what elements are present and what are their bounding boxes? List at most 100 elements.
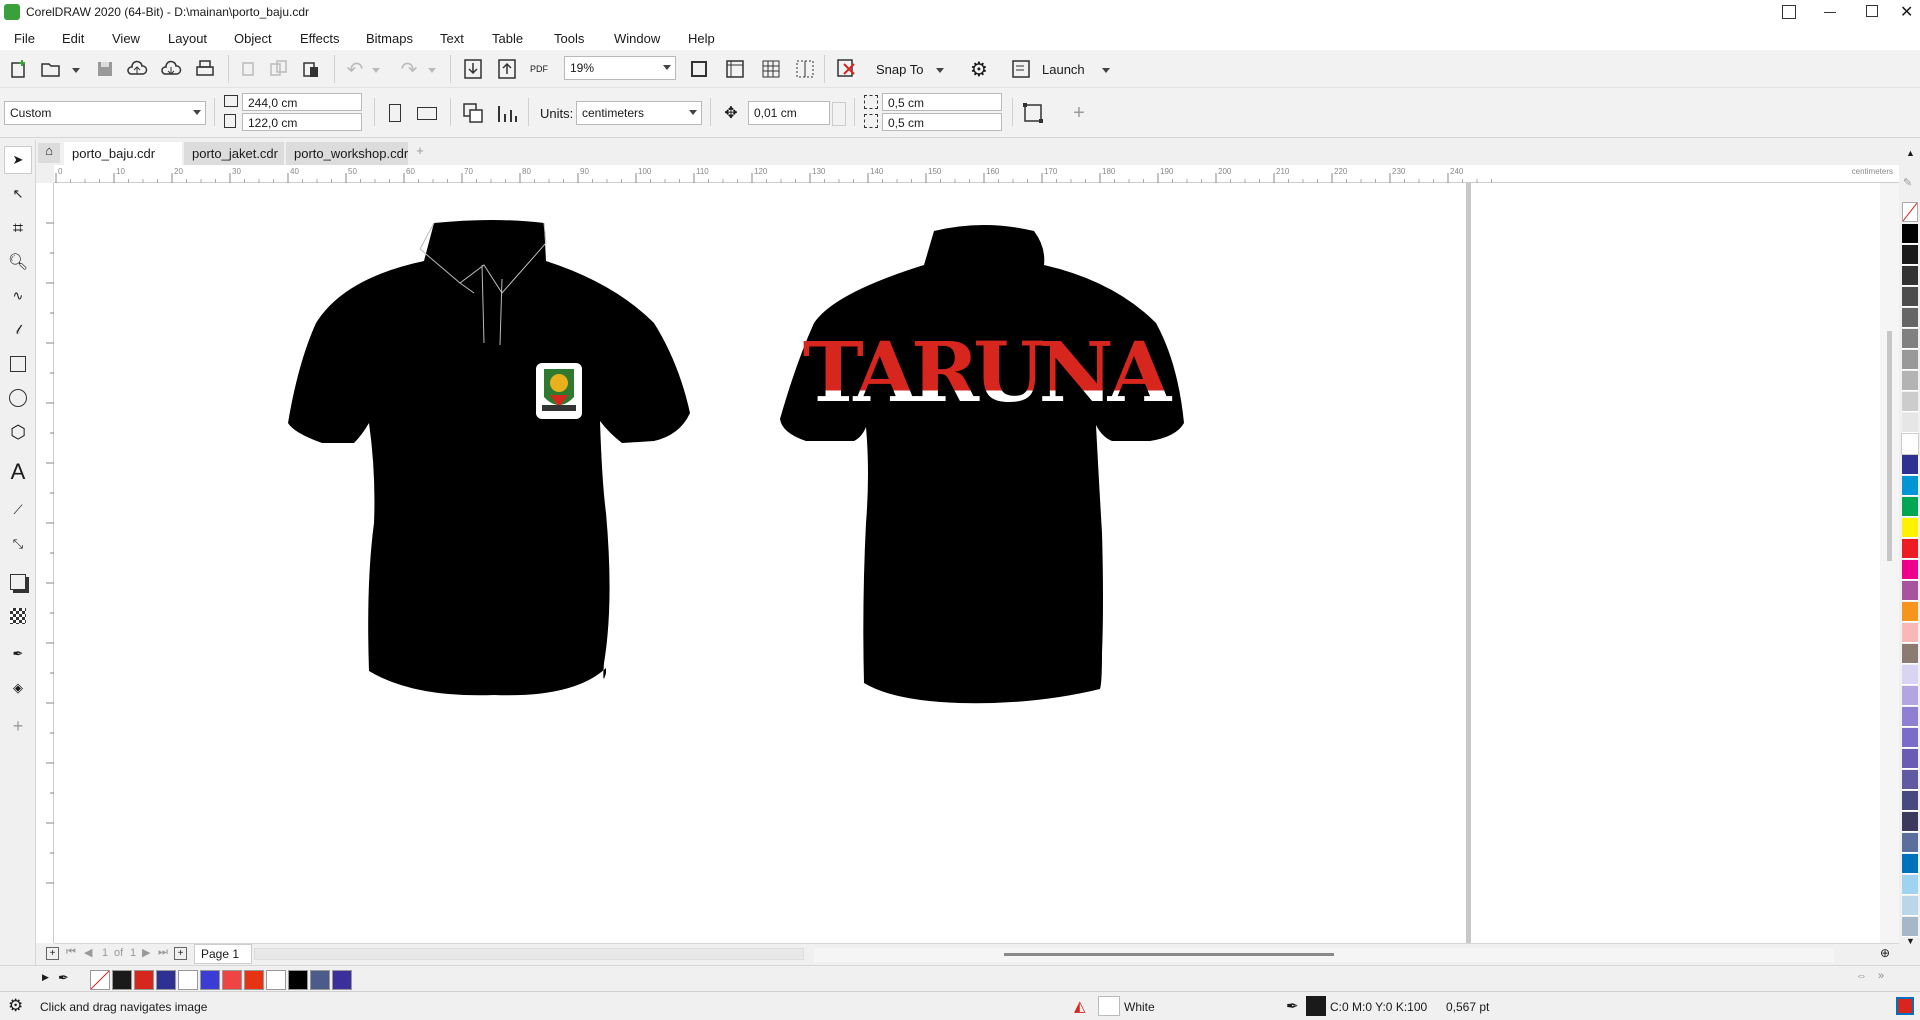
outline-color-swatch[interactable] [1306,996,1326,1016]
palette-swatch[interactable] [1902,245,1918,265]
document-color-swatch[interactable] [288,970,308,990]
page-preset-combo[interactable]: Custom [4,101,206,125]
doc-no-color-swatch[interactable] [90,970,110,990]
menu-help[interactable]: Help [688,31,715,46]
document-color-swatch[interactable] [222,970,242,990]
palette-swatch[interactable] [1902,329,1918,349]
copy-icon[interactable] [266,56,292,82]
color-proof-icon[interactable] [1896,997,1914,1015]
palette-swatch[interactable] [1902,854,1918,874]
polygon-tool-icon[interactable]: ⬡ [4,418,32,446]
vertical-ruler[interactable] [36,183,54,943]
restore-panel-icon[interactable] [1782,5,1796,19]
palette-swatch[interactable] [1902,497,1918,517]
menu-window[interactable]: Window [614,31,660,46]
menu-table[interactable]: Table [492,31,523,46]
show-rulers-icon[interactable] [722,56,748,82]
page-tab-scrollbar[interactable] [254,948,804,960]
eyedropper-tool-icon[interactable]: ✒ [4,640,32,668]
transparency-tool-icon[interactable] [4,602,32,630]
options-gear-icon[interactable]: ⚙ [966,56,992,82]
redo-icon[interactable]: ↷ [396,56,422,82]
open-folder-icon[interactable] [38,56,64,82]
palette-swatch[interactable] [1902,665,1918,685]
palette-swatch[interactable] [1902,287,1918,307]
palette-swatch[interactable] [1902,812,1918,832]
front-shirt[interactable] [288,220,690,696]
outline-pen-icon[interactable]: ✒ [1286,997,1299,1015]
first-page-icon[interactable]: ⏮ [66,946,76,959]
full-screen-icon[interactable] [686,56,712,82]
zoom-navigator-icon[interactable]: ⊕ [1880,946,1890,960]
palette-swatch[interactable] [1902,770,1918,790]
redo-dropdown-icon[interactable] [428,68,436,73]
landscape-icon[interactable] [414,100,440,126]
tab-porto-workshop[interactable]: porto_workshop.cdr [286,142,408,165]
pick-tool-icon[interactable]: ➤ [4,146,32,174]
document-color-swatch[interactable] [156,970,176,990]
document-color-swatch[interactable] [332,970,352,990]
palette-swatch[interactable] [1902,602,1918,622]
menu-effects[interactable]: Effects [300,31,340,46]
shape-tool-icon[interactable]: ↖ [4,180,32,208]
palette-swatch[interactable] [1902,644,1918,664]
menu-bitmaps[interactable]: Bitmaps [366,31,413,46]
drawing-canvas[interactable]: TARUNA [54,173,1899,943]
document-color-swatch[interactable] [200,970,220,990]
palette-swatch[interactable] [1902,875,1918,895]
import-icon[interactable] [460,56,486,82]
portrait-icon[interactable] [382,100,408,126]
page-width-field[interactable]: 244,0 cm [242,93,362,111]
all-pages-icon[interactable] [460,100,486,126]
fill-bucket-icon[interactable]: ◭ [1074,997,1086,1015]
rectangle-tool-icon[interactable] [4,350,32,378]
menu-edit[interactable]: Edit [62,31,84,46]
document-color-swatch[interactable] [266,970,286,990]
show-grid-icon[interactable] [758,56,784,82]
current-page-icon[interactable] [494,100,520,126]
prev-page-icon[interactable]: ◀ [84,946,92,959]
doc-palette-eyedropper-icon[interactable]: ✒ [58,970,69,986]
launch-icon[interactable] [1008,56,1034,82]
document-color-swatch[interactable] [244,970,264,990]
freehand-tool-icon[interactable]: ∿ [4,282,32,310]
cut-icon[interactable] [236,56,262,82]
connector-tool-icon[interactable]: ⤡ [4,530,32,558]
palette-swatch[interactable] [1902,791,1918,811]
palette-scroll-down-icon[interactable]: ▼ [1906,936,1915,946]
vertical-scroll-thumb[interactable] [1887,331,1892,561]
crop-tool-icon[interactable]: ⌗ [4,214,32,242]
palette-swatch[interactable] [1902,560,1918,580]
snap-to-label[interactable]: Snap To [876,62,923,77]
add-page-before-icon[interactable]: + [46,947,59,960]
palette-swatch[interactable] [1902,518,1918,538]
palette-scroll-up-icon[interactable]: ▲ [1906,148,1915,158]
palette-swatch[interactable] [1902,707,1918,727]
palette-swatch[interactable] [1902,392,1918,412]
status-settings-gear-icon[interactable]: ⚙ [8,996,23,1016]
palette-swatch[interactable] [1902,917,1918,937]
palette-swatch[interactable] [1902,833,1918,853]
add-toolbar-item-icon[interactable]: + [1066,100,1092,126]
parallel-dimension-icon[interactable]: ⟋ [4,496,32,524]
zoom-tool-icon[interactable]: 🔍︎ [4,248,32,276]
palette-swatch[interactable] [1902,350,1918,370]
export-icon[interactable] [494,56,520,82]
minimize-button[interactable] [1824,12,1836,13]
doc-palette-scroll-icon[interactable]: ⇔ [1856,970,1867,982]
duplicate-x-field[interactable]: 0,5 cm [882,93,1002,111]
close-button[interactable]: ✕ [1900,2,1913,22]
drop-shadow-icon[interactable] [4,568,32,596]
document-color-swatch[interactable] [112,970,132,990]
new-tab-icon[interactable]: + [410,143,430,163]
tab-porto-baju[interactable]: porto_baju.cdr [64,142,182,165]
menu-text[interactable]: Text [440,31,464,46]
cloud-upload-icon[interactable] [124,56,150,82]
fill-color-swatch[interactable] [1098,996,1120,1016]
document-color-swatch[interactable] [178,970,198,990]
cloud-download-icon[interactable] [158,56,184,82]
horizontal-scrollbar[interactable] [814,948,1834,962]
chevron-down-icon[interactable] [72,68,80,73]
next-page-icon[interactable]: ▶ [142,946,150,959]
palette-swatch[interactable] [1902,224,1918,244]
